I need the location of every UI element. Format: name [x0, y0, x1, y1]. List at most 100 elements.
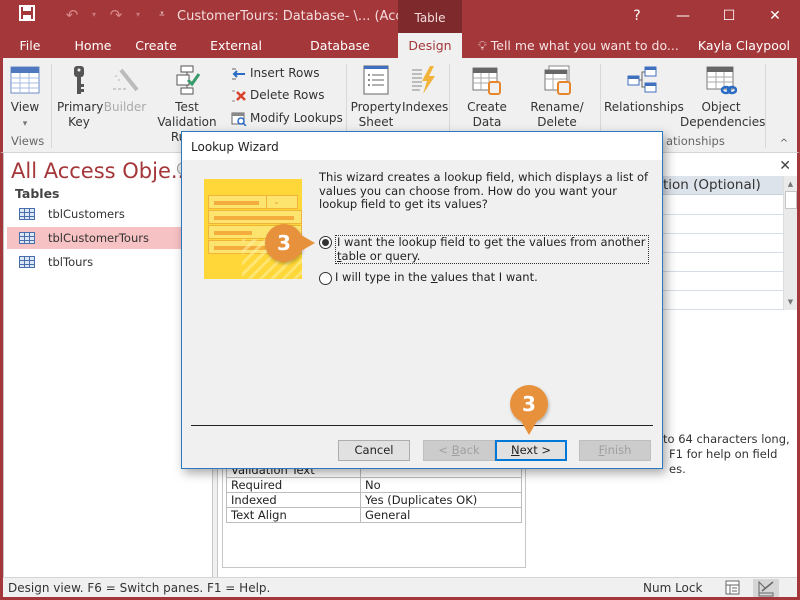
customize-qat-icon[interactable]: ⩡ [152, 5, 172, 25]
grid-row-line [663, 309, 783, 310]
callout-pointer [301, 235, 315, 251]
property-key: Indexed [226, 492, 361, 508]
next-button[interactable]: Next > [495, 440, 567, 461]
rename-delete-macro-icon [541, 64, 573, 96]
help-button[interactable]: ? [614, 0, 660, 33]
step-callout-option: 3 [265, 224, 315, 262]
save-icon[interactable] [17, 5, 37, 25]
insert-rows-button[interactable]: Insert Rows [231, 63, 319, 83]
cancel-button[interactable]: Cancel [338, 440, 410, 461]
table-view-icon [9, 64, 41, 96]
user-name[interactable]: Kayla Claypool [698, 33, 790, 58]
callout-pointer [521, 421, 537, 435]
collapse-ribbon-button[interactable]: ^ [777, 136, 791, 151]
field-help-text: to 64 characters long, F1 for help on fi… [663, 432, 790, 476]
tab-file[interactable]: File [12, 33, 48, 58]
property-value[interactable]: No [360, 477, 522, 493]
dialog-title: Lookup Wizard [182, 132, 662, 160]
nav-section-tables[interactable]: Tables [15, 186, 60, 201]
radio-button-checked[interactable] [319, 236, 332, 249]
radio-button[interactable] [319, 272, 332, 285]
design-grid-scrollbar[interactable]: ▲ ▼ [783, 176, 797, 310]
group-label-relationships: ationships [666, 134, 725, 148]
close-button[interactable]: ✕ [752, 0, 798, 33]
test-validation-icon [171, 64, 203, 96]
design-view-icon[interactable] [753, 579, 779, 597]
redo-dropdown-icon[interactable]: ▾ [128, 5, 148, 25]
table-icon [19, 256, 35, 268]
grid-row-line [663, 252, 783, 253]
close-document-icon[interactable]: ✕ [779, 158, 791, 174]
property-row[interactable]: Text Align General [226, 507, 522, 523]
status-message: Design view. F6 = Switch panes. F1 = Hel… [8, 581, 271, 595]
scroll-up-icon[interactable]: ▲ [784, 177, 797, 191]
property-sheet-icon [360, 64, 392, 96]
nav-pane-title[interactable]: All Access Obje... [11, 159, 191, 183]
undo-dropdown-icon[interactable]: ▾ [84, 5, 104, 25]
access-window: ↶ ▾ ↷ ▾ ⩡ CustomerTours: Database- \... … [0, 0, 800, 600]
property-key: Required [226, 477, 361, 493]
finish-button[interactable]: Finish [579, 440, 651, 461]
property-row[interactable]: Indexed Yes (Duplicates OK) [226, 492, 522, 508]
magic-wand-icon [109, 64, 141, 96]
grid-row-line [663, 233, 783, 234]
lightbulb-icon: 💡︎ [478, 38, 487, 53]
group-separator [51, 64, 52, 148]
table-icon [19, 232, 35, 244]
table-icon [19, 208, 35, 220]
wizard-description: This wizard creates a lookup field, whic… [319, 170, 649, 211]
illustration-bar [208, 210, 302, 224]
modify-lookups-icon [231, 112, 247, 127]
back-button[interactable]: < Back [423, 440, 495, 461]
datasheet-view-icon[interactable] [719, 579, 745, 597]
property-row[interactable]: Required No [226, 477, 522, 493]
tab-database-tools[interactable]: Database Tools [293, 33, 387, 78]
maximize-button[interactable]: ☐ [706, 0, 752, 33]
scroll-thumb[interactable] [785, 191, 797, 209]
grid-row-line [663, 214, 783, 215]
key-icon [63, 64, 95, 96]
relationships-button[interactable]: Relationships [604, 64, 684, 115]
group-label-views: Views [11, 134, 45, 148]
redo-icon[interactable]: ↷ [106, 5, 126, 25]
dialog-divider [191, 425, 653, 426]
delete-rows-button[interactable]: Delete Rows [231, 85, 324, 105]
illustration-dropdown-icon: ⌄ [266, 195, 286, 209]
builder-button[interactable]: Builder [103, 64, 147, 115]
grid-row-line [663, 290, 783, 291]
grid-row-line [663, 271, 783, 272]
relationships-icon [626, 64, 658, 96]
modify-lookups-button[interactable]: Modify Lookups [231, 108, 343, 128]
step-callout-next: 3 [510, 385, 548, 435]
view-dropdown-arrow: ▾ [22, 119, 28, 129]
window-title: CustomerTours: Database- \... (Acces... [177, 9, 430, 24]
tab-create[interactable]: Create [133, 33, 179, 58]
object-dependencies-button[interactable]: Object Dependencies [680, 64, 765, 130]
property-value[interactable]: General [360, 507, 522, 523]
status-bar: Design view. F6 = Switch panes. F1 = Hel… [3, 577, 797, 597]
ribbon-tabs: File Home Create External Data Database … [0, 33, 800, 78]
num-lock-indicator: Num Lock [643, 581, 703, 595]
table-tools-context-label: Table Tools [398, 0, 462, 62]
field-properties-table: Validation Text Required No Indexed Yes (D… [226, 462, 522, 523]
object-dependencies-icon [705, 64, 738, 96]
tab-external-data[interactable]: External Data [196, 33, 276, 78]
lookup-wizard-dialog: Lookup Wizard ⌄ This wizard creates a lo… [181, 131, 663, 469]
property-value[interactable]: Yes (Duplicates OK) [360, 492, 522, 508]
group-separator [765, 64, 766, 148]
tab-home[interactable]: Home [70, 33, 116, 58]
tab-design[interactable]: Design [398, 33, 462, 58]
property-sheet-button[interactable]: Property Sheet [350, 64, 402, 130]
tell-me-box[interactable]: 💡︎ Tell me what you want to do... [478, 33, 679, 58]
undo-icon[interactable]: ↶ [62, 5, 82, 25]
minimize-button[interactable]: — [660, 0, 706, 33]
indexes-icon [408, 64, 440, 96]
view-button[interactable]: View ▾ [7, 64, 43, 132]
tell-me-placeholder: Tell me what you want to do... [490, 38, 679, 53]
insert-rows-icon [231, 67, 247, 81]
primary-key-button[interactable]: Primary Key [57, 64, 103, 130]
indexes-button[interactable]: Indexes [402, 64, 448, 115]
scroll-down-icon[interactable]: ▼ [784, 295, 797, 309]
title-bar: ↶ ▾ ↷ ▾ ⩡ CustomerTours: Database- \... … [0, 0, 800, 62]
property-key: Text Align [226, 507, 361, 523]
